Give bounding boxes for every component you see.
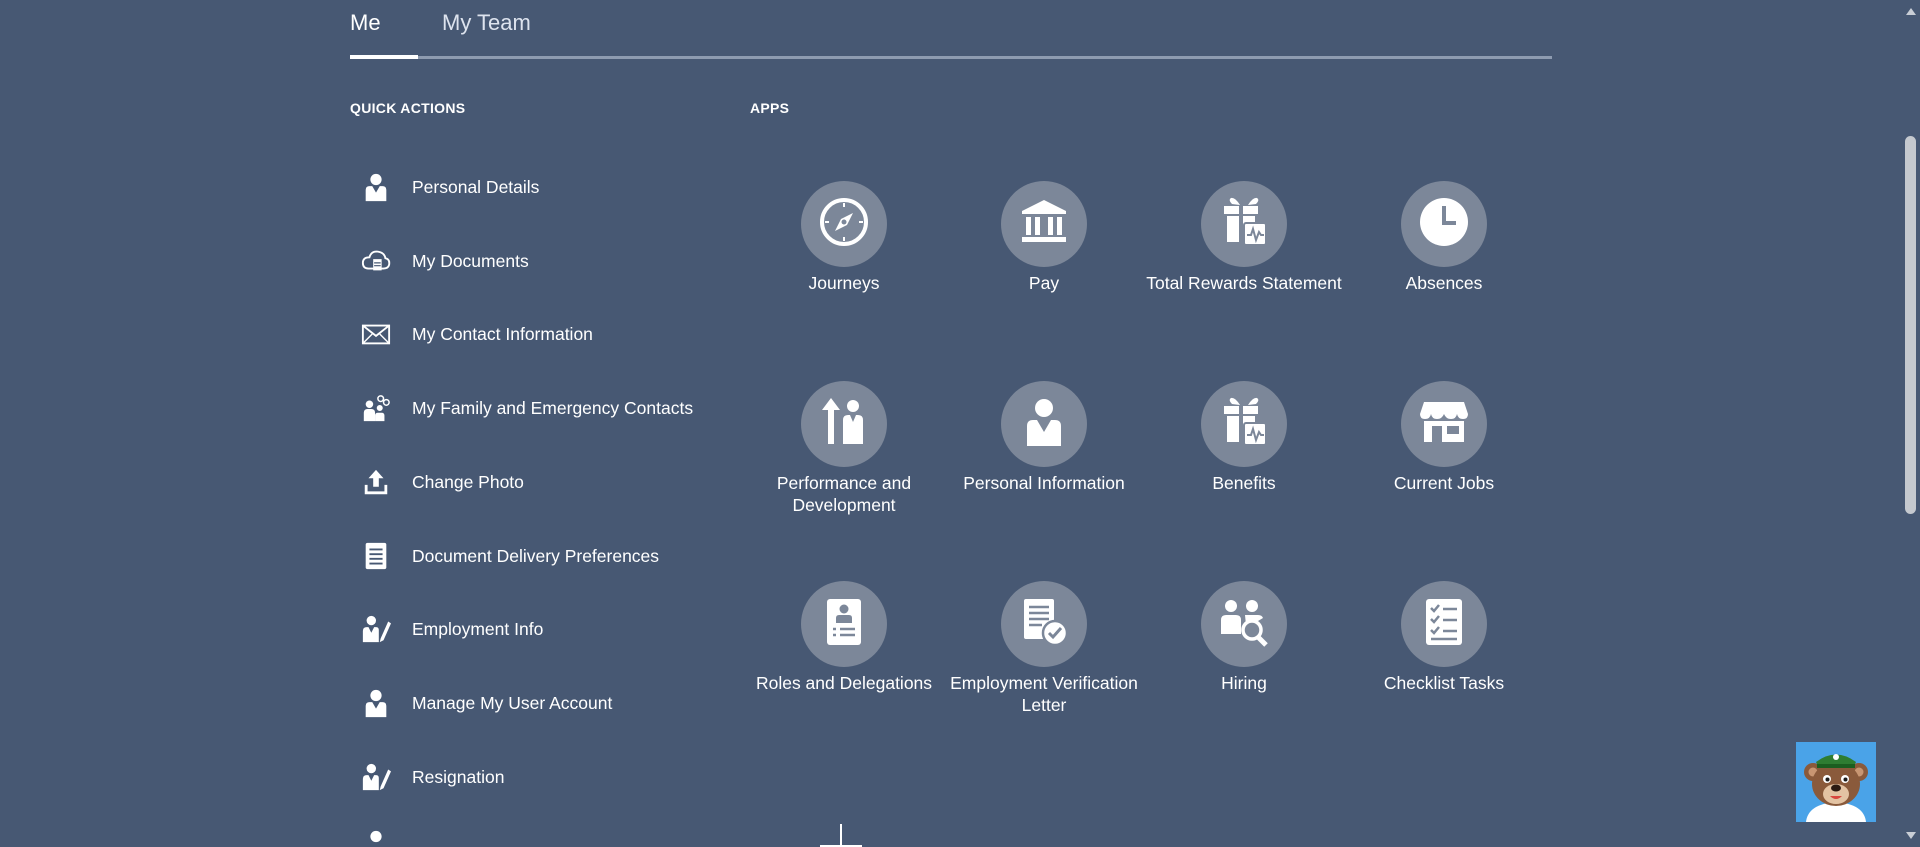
app-icon-circle bbox=[1001, 181, 1087, 267]
storefront-icon bbox=[1418, 396, 1470, 453]
app-absences[interactable]: Absences bbox=[1344, 181, 1544, 294]
quick-action-my-contact-information[interactable]: My Contact Information bbox=[358, 312, 778, 356]
quick-action-label: My Family and Emergency Contacts bbox=[412, 397, 694, 418]
quick-action-manage-user-account[interactable]: Manage My User Account bbox=[358, 681, 778, 725]
quick-action-change-photo[interactable]: Change Photo bbox=[358, 460, 778, 504]
quick-action-label: Resignation bbox=[412, 766, 505, 787]
app-journeys[interactable]: Journeys bbox=[744, 181, 944, 294]
app-icon-circle bbox=[1401, 581, 1487, 667]
app-icon-circle bbox=[1201, 181, 1287, 267]
person-icon bbox=[358, 685, 394, 721]
people-search-icon bbox=[1218, 596, 1270, 653]
quick-action-employment-info[interactable]: Employment Info bbox=[358, 607, 778, 651]
compass-icon bbox=[818, 196, 870, 253]
app-label: Absences bbox=[1405, 273, 1483, 293]
app-benefits[interactable]: Benefits bbox=[1144, 381, 1344, 494]
app-pay[interactable]: Pay bbox=[944, 181, 1144, 294]
scroll-down-arrow-icon[interactable] bbox=[1906, 832, 1916, 839]
page: Me My Team QUICK ACTIONS APPS Personal D… bbox=[0, 0, 1920, 847]
scroll-up-arrow-icon[interactable] bbox=[1906, 8, 1916, 15]
bear-mascot-icon bbox=[1796, 742, 1876, 822]
person-edit-icon bbox=[358, 759, 394, 795]
quick-actions-heading: QUICK ACTIONS bbox=[350, 100, 466, 116]
person-icon bbox=[1018, 396, 1070, 453]
checklist-icon bbox=[1418, 596, 1470, 653]
app-performance-development[interactable]: Performance and Development bbox=[744, 381, 944, 516]
bank-icon bbox=[1018, 196, 1070, 253]
quick-action-document-delivery[interactable]: Document Delivery Preferences bbox=[358, 534, 778, 578]
tab-track bbox=[350, 56, 1552, 59]
quick-action-resignation[interactable]: Resignation bbox=[358, 755, 778, 799]
quick-action-family-emergency-contacts[interactable]: My Family and Emergency Contacts bbox=[358, 386, 778, 430]
quick-action-label: Employment Info bbox=[412, 618, 544, 639]
app-personal-information[interactable]: Personal Information bbox=[944, 381, 1144, 494]
gift-chart-icon bbox=[1218, 196, 1270, 253]
app-label: Pay bbox=[1028, 273, 1060, 293]
quick-action-label: My Contact Information bbox=[412, 323, 593, 344]
envelope-icon bbox=[358, 316, 394, 352]
person-edit-icon bbox=[358, 611, 394, 647]
app-total-rewards-statement[interactable]: Total Rewards Statement bbox=[1144, 181, 1344, 294]
quick-action-partial[interactable] bbox=[358, 829, 778, 847]
app-label: Checklist Tasks bbox=[1383, 673, 1505, 693]
app-icon-circle bbox=[1401, 181, 1487, 267]
tab-bar: Me My Team bbox=[350, 0, 1552, 60]
app-label: Personal Information bbox=[963, 473, 1125, 493]
quick-action-label: Change Photo bbox=[412, 471, 524, 492]
person-icon bbox=[358, 169, 394, 205]
id-badge-icon bbox=[818, 596, 870, 653]
app-employment-verification-letter[interactable]: Employment Verification Letter bbox=[944, 581, 1144, 716]
document-check-icon bbox=[1018, 596, 1070, 653]
app-icon-circle bbox=[1201, 581, 1287, 667]
app-icon-circle bbox=[1401, 381, 1487, 467]
app-icon-circle bbox=[801, 581, 887, 667]
app-label: Hiring bbox=[1221, 673, 1267, 693]
quick-action-label: Personal Details bbox=[412, 176, 540, 197]
quick-action-label: Manage My User Account bbox=[412, 692, 613, 713]
app-icon-circle bbox=[801, 181, 887, 267]
clock-icon bbox=[1418, 196, 1470, 253]
app-icon-circle bbox=[801, 381, 887, 467]
quick-action-label: My Documents bbox=[412, 250, 529, 271]
app-label: Current Jobs bbox=[1393, 473, 1495, 493]
app-label: Employment Verification Letter bbox=[950, 673, 1138, 715]
app-label: Benefits bbox=[1212, 473, 1276, 493]
cloud-document-icon bbox=[358, 243, 394, 279]
app-hiring[interactable]: Hiring bbox=[1144, 581, 1344, 694]
vertical-scrollbar[interactable] bbox=[1902, 0, 1920, 847]
person-growth-icon bbox=[818, 396, 870, 453]
app-label: Total Rewards Statement bbox=[1146, 273, 1342, 293]
app-label: Roles and Delegations bbox=[755, 673, 933, 693]
app-icon-circle bbox=[1001, 381, 1087, 467]
app-icon-circle bbox=[1001, 581, 1087, 667]
family-icon bbox=[358, 390, 394, 426]
app-label: Performance and Development bbox=[776, 473, 912, 515]
upload-icon bbox=[358, 464, 394, 500]
chatbot-avatar[interactable] bbox=[1796, 742, 1876, 822]
app-checklist-tasks[interactable]: Checklist Tasks bbox=[1344, 581, 1544, 694]
scroll-thumb[interactable] bbox=[1905, 136, 1916, 514]
apps-heading: APPS bbox=[750, 100, 790, 116]
app-roles-delegations[interactable]: Roles and Delegations bbox=[744, 581, 944, 694]
quick-action-label: Document Delivery Preferences bbox=[412, 545, 660, 566]
person-icon bbox=[358, 829, 394, 847]
tab-me[interactable]: Me bbox=[350, 10, 381, 36]
tab-my-team[interactable]: My Team bbox=[442, 10, 531, 36]
app-icon-circle bbox=[1201, 381, 1287, 467]
gift-chart-icon bbox=[1218, 396, 1270, 453]
quick-action-personal-details[interactable]: Personal Details bbox=[358, 165, 778, 209]
quick-action-my-documents[interactable]: My Documents bbox=[358, 239, 778, 283]
active-tab-indicator bbox=[350, 55, 418, 59]
document-icon bbox=[358, 538, 394, 574]
app-current-jobs[interactable]: Current Jobs bbox=[1344, 381, 1544, 494]
app-label: Journeys bbox=[808, 273, 880, 293]
add-icon[interactable] bbox=[820, 824, 862, 847]
